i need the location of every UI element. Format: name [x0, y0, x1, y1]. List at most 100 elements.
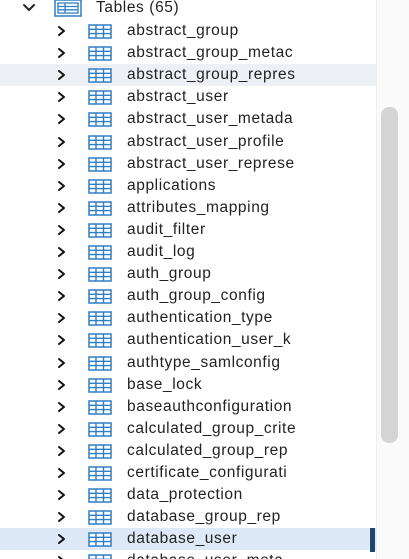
table-row[interactable]: database_group_rep — [0, 506, 376, 528]
table-name-label: attributes_mapping — [127, 198, 270, 216]
chevron-right-icon[interactable] — [56, 467, 68, 479]
table-icon — [88, 377, 112, 393]
chevron-right-icon[interactable] — [56, 69, 68, 81]
chevron-right-icon[interactable] — [56, 445, 68, 457]
table-row[interactable]: data_protection — [0, 484, 376, 506]
chevron-right-icon[interactable] — [56, 47, 68, 59]
chevron-right-icon[interactable] — [56, 423, 68, 435]
table-row[interactable]: authentication_user_k — [0, 329, 376, 351]
table-row[interactable]: applications — [0, 175, 376, 197]
chevron-right-icon[interactable] — [56, 379, 68, 391]
table-icon — [88, 112, 112, 128]
table-name-label: abstract_user_represe — [127, 154, 295, 172]
table-icon — [88, 178, 112, 194]
table-row[interactable]: audit_filter — [0, 219, 376, 241]
chevron-right-icon[interactable] — [56, 224, 68, 236]
chevron-right-icon[interactable] — [56, 91, 68, 103]
table-icon — [88, 333, 112, 349]
chevron-right-icon[interactable] — [56, 489, 68, 501]
table-row[interactable]: database_user — [0, 528, 376, 551]
chevron-right-icon[interactable] — [56, 401, 68, 413]
table-icon — [88, 156, 112, 172]
table-row[interactable]: base_lock — [0, 374, 376, 396]
table-row[interactable]: baseauthconfiguration — [0, 396, 376, 418]
table-icon — [88, 399, 112, 415]
chevron-right-icon[interactable] — [56, 136, 68, 148]
table-name-label: audit_log — [127, 243, 196, 260]
chevron-right-icon[interactable] — [56, 158, 68, 170]
table-name-label: abstract_group_repres — [127, 66, 296, 84]
chevron-right-icon[interactable] — [56, 113, 68, 125]
chevron-right-icon[interactable] — [56, 555, 68, 559]
table-icon — [88, 46, 112, 61]
table-row[interactable]: calculated_group_crite — [0, 418, 376, 440]
table-icon — [88, 466, 112, 481]
table-name-label: database_user_meta — [127, 551, 283, 559]
table-row[interactable]: audit_log — [0, 241, 376, 263]
table-row[interactable]: authtype_samlconfig — [0, 352, 376, 374]
table-name-label: authtype_samlconfig — [127, 353, 281, 371]
table-row[interactable]: calculated_group_rep — [0, 440, 376, 462]
chevron-right-icon[interactable] — [56, 290, 68, 302]
table-name-label: base_lock — [127, 375, 203, 393]
table-name-label: data_protection — [127, 486, 243, 504]
scrollbar-thumb[interactable] — [381, 107, 398, 443]
table-name-label: abstract_group_metac — [127, 44, 294, 62]
table-icon — [88, 90, 112, 106]
table-name-label: baseauthconfiguration — [127, 397, 293, 415]
table-row[interactable]: abstract_user_metada — [0, 108, 376, 130]
table-name-label: calculated_group_crite — [127, 419, 297, 437]
table-name-label: applications — [127, 176, 217, 194]
table-row[interactable]: abstract_user_represe — [0, 153, 376, 175]
chevron-right-icon[interactable] — [56, 334, 68, 346]
table-row[interactable]: abstract_user_profile — [0, 131, 376, 153]
table-icon — [88, 68, 112, 83]
chevron-right-icon[interactable] — [56, 533, 68, 545]
object-browser-tree: Tables (65) abstract_group abstract_group… — [0, 0, 376, 559]
table-icon — [88, 510, 112, 525]
table-row[interactable]: abstract_group — [0, 20, 376, 42]
chevron-right-icon[interactable] — [56, 202, 68, 214]
table-icon — [88, 488, 112, 503]
table-name-label: authentication_user_k — [127, 331, 292, 349]
chevron-down-icon[interactable] — [21, 0, 37, 16]
table-icon — [88, 554, 112, 559]
table-row[interactable]: database_user_meta — [0, 550, 376, 559]
table-icon — [88, 532, 112, 548]
table-row[interactable]: attributes_mapping — [0, 197, 376, 219]
table-row[interactable]: certificate_configurati — [0, 462, 376, 484]
table-icon — [88, 422, 112, 437]
table-row[interactable]: abstract_group_repres — [0, 64, 376, 87]
table-row[interactable]: abstract_user — [0, 86, 376, 108]
table-name-label: abstract_group — [127, 22, 239, 39]
table-icon — [88, 245, 112, 260]
table-icon — [88, 311, 112, 327]
chevron-right-icon[interactable] — [56, 268, 68, 280]
chevron-right-icon[interactable] — [56, 25, 68, 37]
chevron-right-icon[interactable] — [56, 246, 68, 258]
table-icon — [88, 289, 112, 304]
table-icon — [88, 223, 112, 238]
table-row[interactable]: abstract_group_metac — [0, 42, 376, 64]
chevron-right-icon[interactable] — [56, 511, 68, 523]
table-name-label: calculated_group_rep — [127, 441, 289, 459]
table-name-label: authentication_type — [127, 309, 273, 327]
table-name-label: abstract_user_metada — [127, 110, 294, 128]
chevron-right-icon[interactable] — [56, 357, 68, 369]
table-icon — [88, 24, 112, 39]
table-icon — [88, 134, 112, 150]
table-name-label: certificate_configurati — [127, 464, 288, 481]
table-row[interactable]: authentication_type — [0, 307, 376, 329]
table-name-label: auth_group_config — [127, 287, 266, 305]
table-name-label: abstract_user — [127, 88, 229, 106]
tables-group-label: Tables (65) — [96, 0, 180, 16]
chevron-right-icon[interactable] — [56, 312, 68, 324]
table-row[interactable]: auth_group — [0, 263, 376, 285]
table-name-label: abstract_user_profile — [127, 132, 285, 150]
tables-group-node[interactable]: Tables (65) — [0, 0, 376, 20]
table-name-label: database_user — [127, 530, 238, 548]
table-row[interactable]: auth_group_config — [0, 285, 376, 307]
chevron-right-icon[interactable] — [56, 180, 68, 192]
table-icon — [88, 444, 112, 459]
selection-indicator — [370, 528, 375, 552]
